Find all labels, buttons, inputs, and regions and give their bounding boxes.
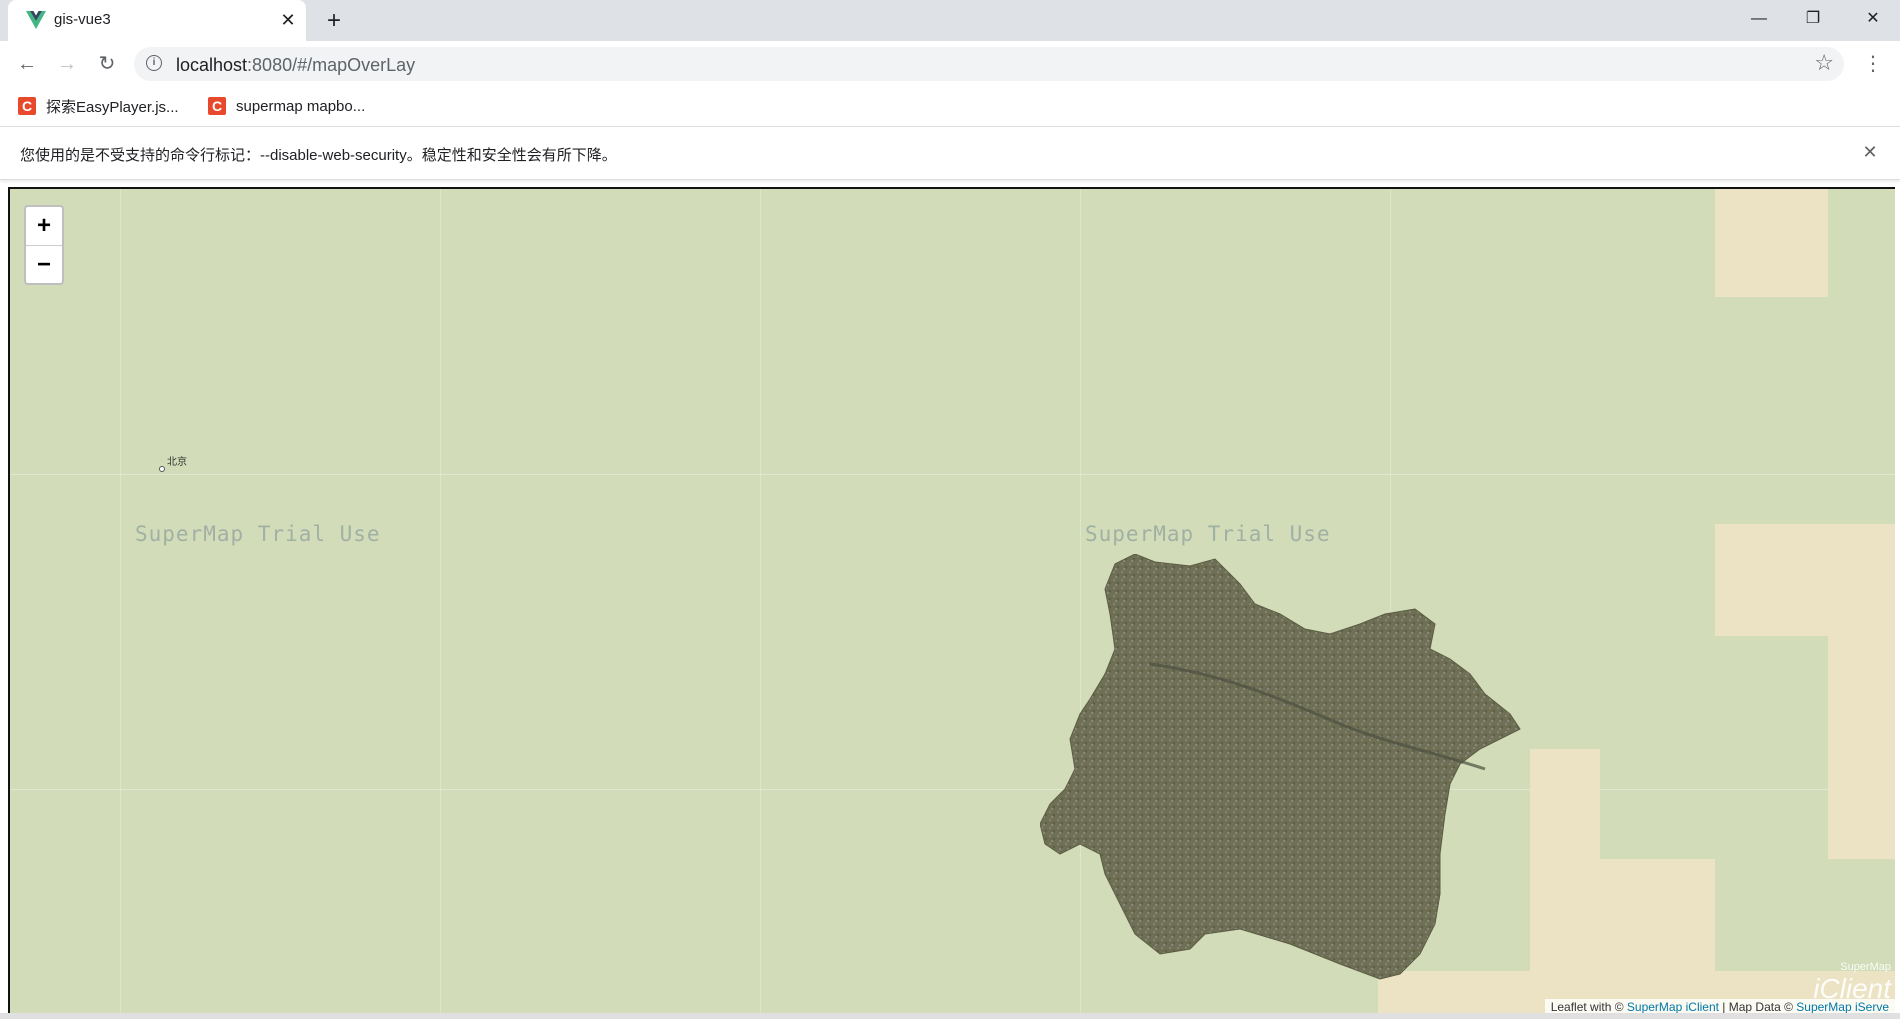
tab-close-icon[interactable]: ✕: [276, 8, 300, 32]
tile-gridline: [760, 189, 761, 1015]
bookmark-star-icon[interactable]: ☆: [1814, 50, 1834, 76]
city-marker: [159, 466, 165, 472]
terrain-tile: [1715, 189, 1828, 297]
back-icon[interactable]: ←: [12, 49, 42, 79]
browser-toolbar: ← → ↻ i localhost:8080/#/mapOverLay ☆ ⋮: [0, 41, 1900, 86]
tile-gridline: [10, 474, 1895, 475]
imagery-overlay: [1040, 554, 1521, 980]
new-tab-button[interactable]: +: [320, 7, 348, 35]
trial-watermark: SuperMap Trial Use: [1085, 522, 1331, 546]
browser-menu-icon[interactable]: ⋮: [1860, 49, 1886, 79]
tile-gridline: [440, 189, 441, 1015]
logo-top-text: SuperMap: [1840, 961, 1891, 973]
attribution-link[interactable]: SuperMap iClient: [1627, 1000, 1719, 1014]
overlay-region: [1040, 554, 1521, 980]
warning-infobar: 您使用的是不受支持的命令行标记：--disable-web-security。稳…: [0, 127, 1900, 180]
zoom-in-button[interactable]: +: [26, 207, 62, 246]
info-icon[interactable]: i: [146, 55, 162, 71]
bookmark-favicon-icon: C: [18, 97, 36, 115]
map-container[interactable]: + − 北京 SuperMap Trial Use SuperMap Trial…: [8, 187, 1895, 1015]
vue-logo-icon: [26, 11, 46, 29]
zoom-out-button[interactable]: −: [26, 246, 62, 284]
bookmark-item[interactable]: C 探索EasyPlayer.js...: [18, 94, 179, 118]
zoom-control: + −: [24, 205, 64, 285]
infobar-close-icon[interactable]: ✕: [1858, 140, 1882, 164]
minimize-icon[interactable]: —: [1732, 0, 1786, 38]
restore-icon[interactable]: ❐: [1786, 0, 1840, 38]
forward-icon[interactable]: →: [52, 49, 82, 79]
window-close-icon[interactable]: ✕: [1846, 0, 1900, 38]
trial-watermark: SuperMap Trial Use: [135, 522, 381, 546]
bookmark-item[interactable]: C supermap mapbo...: [208, 94, 365, 118]
bookmark-favicon-icon: C: [208, 97, 226, 115]
address-bar[interactable]: i localhost:8080/#/mapOverLay ☆: [134, 47, 1844, 81]
tile-gridline: [120, 189, 121, 1015]
browser-tab[interactable]: gis-vue3 ✕: [8, 0, 306, 41]
reload-icon[interactable]: ↻: [92, 49, 122, 79]
city-label: 北京: [167, 457, 187, 468]
bookmark-label: 探索EasyPlayer.js...: [46, 98, 179, 116]
bookmark-label: supermap mapbo...: [236, 97, 366, 115]
attribution-link[interactable]: SuperMap iServe: [1796, 1000, 1889, 1014]
terrain-tile: [1715, 524, 1895, 636]
tab-title: gis-vue3: [54, 11, 111, 28]
tab-strip: gis-vue3 ✕ + — ❐ ✕: [0, 0, 1900, 41]
url-text[interactable]: localhost:8080/#/mapOverLay: [176, 55, 415, 76]
terrain-tile: [1828, 636, 1895, 859]
page-bottom-edge: [0, 1013, 1900, 1019]
infobar-message: 您使用的是不受支持的命令行标记：--disable-web-security。稳…: [20, 147, 617, 164]
bookmarks-bar: C 探索EasyPlayer.js... C supermap mapbo...: [0, 86, 1900, 127]
